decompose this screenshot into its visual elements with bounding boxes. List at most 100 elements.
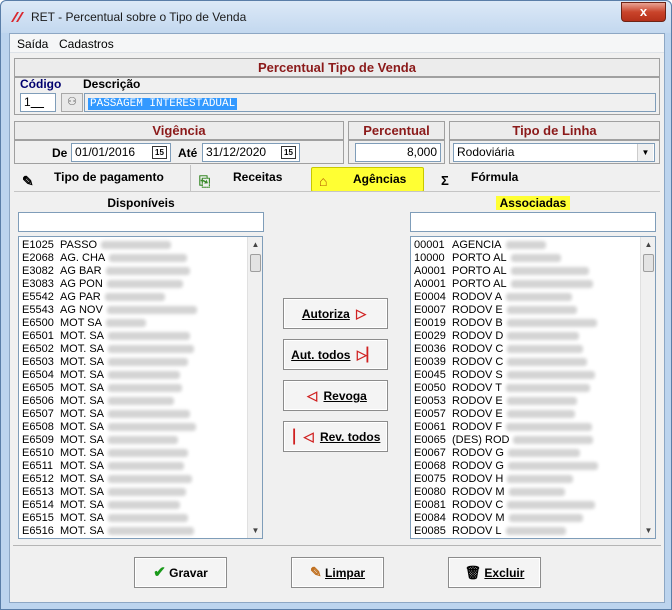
redacted-text: [108, 332, 191, 341]
revoga-button[interactable]: ◁ Revoga: [283, 380, 388, 411]
list-item[interactable]: E6511 MOT. SA: [19, 460, 262, 473]
item-text: MOT. SA: [60, 434, 105, 446]
rev-todos-button[interactable]: ▏◁ Rev. todos: [283, 421, 388, 452]
list-item[interactable]: E0029 RODOV D: [411, 330, 655, 343]
list-item[interactable]: E6506 MOT. SA: [19, 395, 262, 408]
redacted-text: [108, 345, 195, 354]
list-item[interactable]: 10000 PORTO AL: [411, 252, 655, 265]
item-text: RODOV E: [452, 408, 503, 420]
redacted-text: [506, 397, 577, 406]
item-code: E6503: [22, 356, 54, 368]
list-item[interactable]: E0057 RODOV E: [411, 408, 655, 421]
list-item[interactable]: 00001 AGENCIA: [411, 239, 655, 252]
gravar-button[interactable]: ✔ Gravar: [134, 557, 227, 588]
excluir-button[interactable]: 🗑 Excluir: [448, 557, 541, 588]
list-item[interactable]: E2068 AG. CHA: [19, 252, 262, 265]
percentual-input[interactable]: 8,000: [355, 143, 441, 162]
tab-tipo-pagamento[interactable]: ✎ Tipo de pagamento: [20, 165, 185, 192]
list-item[interactable]: E6513 MOT. SA: [19, 486, 262, 499]
scroll-down-icon[interactable]: ▼: [641, 523, 655, 538]
autoriza-button[interactable]: Autoriza ▷: [283, 298, 388, 329]
associadas-scrollbar[interactable]: ▲ ▼: [640, 237, 655, 538]
list-item[interactable]: E6512 MOT. SA: [19, 473, 262, 486]
calendar-icon[interactable]: 15: [152, 146, 167, 159]
list-item[interactable]: E6501 MOT. SA: [19, 330, 262, 343]
associadas-filter-input[interactable]: [410, 212, 656, 232]
list-item[interactable]: E0065 (DES) ROD: [411, 434, 655, 447]
disponiveis-scrollbar[interactable]: ▲ ▼: [247, 237, 262, 538]
scroll-up-icon[interactable]: ▲: [641, 237, 655, 252]
scroll-thumb[interactable]: [250, 254, 261, 272]
associadas-list[interactable]: 00001 AGENCIA 10000 PORTO AL A0001 PORTO AL A0…: [410, 236, 656, 539]
item-text: MOT. SA: [60, 499, 105, 511]
aut-todos-button[interactable]: Aut. todos ▷▏: [283, 339, 388, 370]
tab-agencias[interactable]: ⌂ Agências: [311, 167, 424, 192]
list-item[interactable]: E3083 AG PON: [19, 278, 262, 291]
list-item[interactable]: E0053 RODOV E: [411, 395, 655, 408]
item-text: MOT. SA: [60, 421, 105, 433]
calendar-icon[interactable]: 15: [281, 146, 296, 159]
list-item[interactable]: E0061 RODOV F: [411, 421, 655, 434]
scroll-down-icon[interactable]: ▼: [248, 523, 262, 538]
list-item[interactable]: E5542 AG PAR: [19, 291, 262, 304]
tab-receitas[interactable]: ⎘ Receitas: [190, 165, 302, 192]
descricao-input[interactable]: PASSAGEM INTERESTADUAL: [84, 93, 656, 112]
disponiveis-list[interactable]: E1025 PASSO E2068 AG. CHA E3082 AG BAR E3083 AG…: [18, 236, 263, 539]
tipo-linha-header: Tipo de Linha: [449, 121, 660, 140]
list-item[interactable]: E5543 AG NOV: [19, 304, 262, 317]
percentual-header: Percentual: [348, 121, 445, 140]
item-text: MOT. SA: [60, 525, 105, 537]
list-item[interactable]: E0050 RODOV T: [411, 382, 655, 395]
list-item[interactable]: E0081 RODOV C: [411, 499, 655, 512]
title-bar[interactable]: RET - Percentual sobre o Tipo de Venda x: [1, 1, 671, 33]
list-item[interactable]: E3082 AG BAR: [19, 265, 262, 278]
list-item[interactable]: E0019 RODOV B: [411, 317, 655, 330]
list-item[interactable]: E6507 MOT. SA: [19, 408, 262, 421]
list-item[interactable]: E6502 MOT. SA: [19, 343, 262, 356]
search-codigo-button[interactable]: ⚇: [61, 93, 83, 112]
tipo-linha-select[interactable]: Rodoviária ▼: [453, 143, 655, 162]
list-item[interactable]: E1025 PASSO: [19, 239, 262, 252]
list-item[interactable]: E0067 RODOV G: [411, 447, 655, 460]
list-item[interactable]: E6500 MOT SA: [19, 317, 262, 330]
vigencia-header: Vigência: [14, 121, 344, 140]
item-code: E0084: [414, 512, 446, 524]
list-item[interactable]: E0036 RODOV C: [411, 343, 655, 356]
list-item[interactable]: E6504 MOT. SA: [19, 369, 262, 382]
chevron-down-icon[interactable]: ▼: [637, 144, 653, 161]
menu-saida[interactable]: Saída: [17, 37, 48, 51]
redacted-text: [108, 449, 189, 458]
arrow-left-end-icon: ▏◁: [293, 429, 314, 444]
limpar-button[interactable]: ✎ Limpar: [291, 557, 384, 588]
list-item[interactable]: E6515 MOT. SA: [19, 512, 262, 525]
disponiveis-filter-input[interactable]: [18, 212, 264, 232]
list-item[interactable]: E0004 RODOV A: [411, 291, 655, 304]
item-text: MOT. SA: [60, 408, 105, 420]
list-item[interactable]: E6516 MOT. SA: [19, 525, 262, 538]
codigo-input[interactable]: 1: [20, 93, 56, 112]
list-item[interactable]: E0084 RODOV M: [411, 512, 655, 525]
list-item[interactable]: A0001 PORTO AL: [411, 278, 655, 291]
list-item[interactable]: E6508 MOT. SA: [19, 421, 262, 434]
item-code: E6506: [22, 395, 54, 407]
list-item[interactable]: E0068 RODOV G: [411, 460, 655, 473]
list-item[interactable]: E6510 MOT. SA: [19, 447, 262, 460]
list-item[interactable]: E0045 RODOV S: [411, 369, 655, 382]
list-item[interactable]: E0039 RODOV C: [411, 356, 655, 369]
list-item[interactable]: E0085 RODOV L: [411, 525, 655, 538]
list-item[interactable]: E6514 MOT. SA: [19, 499, 262, 512]
list-item[interactable]: A0001 PORTO AL: [411, 265, 655, 278]
list-item[interactable]: E6503 MOT. SA: [19, 356, 262, 369]
close-button[interactable]: x: [621, 2, 666, 22]
list-item[interactable]: E0075 RODOV H: [411, 473, 655, 486]
excluir-label: Excluir: [484, 566, 525, 580]
arrow-right-end-icon: ▷▏: [356, 347, 377, 362]
scroll-up-icon[interactable]: ▲: [248, 237, 262, 252]
menu-cadastros[interactable]: Cadastros: [59, 37, 114, 51]
scroll-thumb[interactable]: [643, 254, 654, 272]
list-item[interactable]: E0080 RODOV M: [411, 486, 655, 499]
tab-formula[interactable]: Σ Fórmula: [438, 165, 548, 192]
list-item[interactable]: E0007 RODOV E: [411, 304, 655, 317]
list-item[interactable]: E6505 MOT. SA: [19, 382, 262, 395]
list-item[interactable]: E6509 MOT. SA: [19, 434, 262, 447]
